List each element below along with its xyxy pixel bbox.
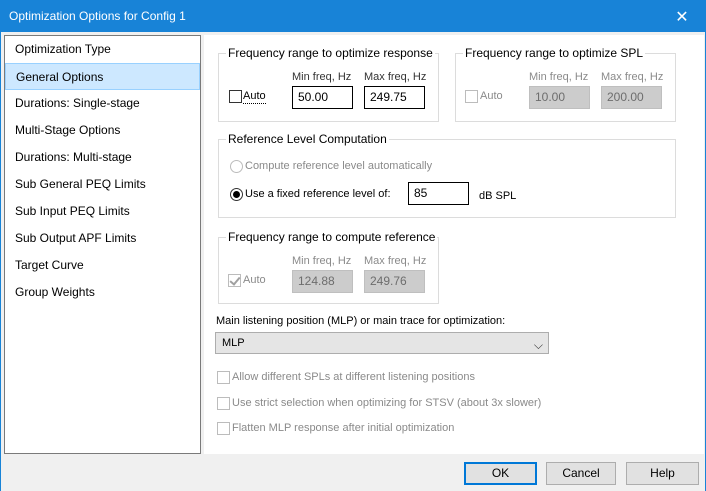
freq-ref-group: Frequency range to compute reference Min… bbox=[218, 230, 439, 304]
flatten-mlp-label: Flatten MLP response after initial optim… bbox=[232, 422, 455, 434]
sidebar-item-sub-general-peq-limits[interactable]: Sub General PEQ Limits bbox=[5, 171, 200, 198]
title-bar[interactable]: Optimization Options for Config 1 ✕ bbox=[1, 1, 705, 32]
freq-response-min-input[interactable]: 50.00 bbox=[292, 86, 353, 109]
freq-spl-group: Frequency range to optimize SPL Min freq… bbox=[455, 46, 676, 122]
allow-different-spl-checkbox[interactable] bbox=[217, 371, 230, 384]
ref-level-auto-label: Compute reference level automatically bbox=[245, 160, 433, 172]
close-icon[interactable]: ✕ bbox=[659, 1, 705, 32]
freq-ref-auto-checkbox[interactable] bbox=[228, 274, 241, 287]
ok-button[interactable]: OK bbox=[464, 462, 537, 485]
freq-response-group: Frequency range to optimize response Min… bbox=[218, 46, 439, 122]
sidebar-item-sub-input-peq-limits[interactable]: Sub Input PEQ Limits bbox=[5, 198, 200, 225]
freq-ref-auto-label: Auto bbox=[243, 274, 266, 286]
button-bar: OK Cancel Help bbox=[1, 454, 705, 491]
freq-spl-min-label: Min freq, Hz bbox=[529, 71, 589, 83]
mlp-select[interactable]: MLP ⌵ bbox=[215, 332, 549, 354]
freq-ref-min-input[interactable]: 124.88 bbox=[292, 270, 353, 293]
mlp-selected-value: MLP bbox=[222, 337, 245, 349]
sidebar: Optimization Type General Options Durati… bbox=[4, 35, 201, 454]
freq-ref-title: Frequency range to compute reference bbox=[226, 230, 438, 244]
flatten-mlp-checkbox[interactable] bbox=[217, 422, 230, 435]
freq-spl-max-input[interactable]: 200.00 bbox=[601, 86, 662, 109]
ref-level-title: Reference Level Computation bbox=[226, 132, 389, 146]
sidebar-item-target-curve[interactable]: Target Curve bbox=[5, 252, 200, 279]
freq-response-max-input[interactable]: 249.75 bbox=[364, 86, 425, 109]
freq-spl-max-label: Max freq, Hz bbox=[601, 71, 664, 83]
dialog-window: Optimization Options for Config 1 ✕ Opti… bbox=[0, 0, 706, 491]
mlp-label: Main listening position (MLP) or main tr… bbox=[216, 315, 506, 327]
sidebar-item-durations-single-stage[interactable]: Durations: Single-stage bbox=[5, 90, 200, 117]
ref-level-unit-label: dB SPL bbox=[479, 190, 517, 202]
ref-level-fixed-label[interactable]: Use a fixed reference level of: bbox=[245, 188, 391, 200]
freq-spl-title: Frequency range to optimize SPL bbox=[463, 46, 646, 60]
freq-ref-max-label: Max freq, Hz bbox=[364, 255, 427, 267]
freq-ref-min-label: Min freq, Hz bbox=[292, 255, 352, 267]
freq-spl-auto-checkbox[interactable] bbox=[465, 90, 478, 103]
cancel-button[interactable]: Cancel bbox=[546, 462, 616, 485]
sidebar-item-multi-stage-options[interactable]: Multi-Stage Options bbox=[5, 117, 200, 144]
freq-response-title: Frequency range to optimize response bbox=[226, 46, 435, 60]
chevron-down-icon[interactable]: ⌵ bbox=[534, 335, 543, 355]
allow-different-spl-label: Allow different SPLs at different listen… bbox=[232, 371, 475, 383]
sidebar-item-durations-multi-stage[interactable]: Durations: Multi-stage bbox=[5, 144, 200, 171]
ref-level-auto-radio[interactable] bbox=[230, 160, 243, 173]
freq-ref-max-input[interactable]: 249.76 bbox=[364, 270, 425, 293]
sidebar-item-group-weights[interactable]: Group Weights bbox=[5, 279, 200, 306]
freq-response-auto-checkbox[interactable] bbox=[229, 90, 242, 103]
strict-selection-checkbox[interactable] bbox=[217, 397, 230, 410]
ref-level-fixed-input[interactable]: 85 bbox=[408, 182, 469, 205]
window-title: Optimization Options for Config 1 bbox=[9, 9, 186, 23]
freq-spl-auto-label: Auto bbox=[480, 90, 503, 102]
options-panel: Frequency range to optimize response Min… bbox=[204, 35, 704, 454]
sidebar-item-sub-output-apf-limits[interactable]: Sub Output APF Limits bbox=[5, 225, 200, 252]
strict-selection-label: Use strict selection when optimizing for… bbox=[232, 397, 542, 409]
sidebar-item-optimization-type[interactable]: Optimization Type bbox=[5, 36, 200, 63]
ref-level-group: Reference Level Computation Compute refe… bbox=[218, 132, 676, 218]
freq-spl-min-input[interactable]: 10.00 bbox=[529, 86, 590, 109]
sidebar-item-general-options[interactable]: General Options bbox=[5, 63, 200, 90]
freq-response-min-label: Min freq, Hz bbox=[292, 71, 352, 83]
ref-level-fixed-radio[interactable] bbox=[230, 188, 243, 201]
freq-response-auto-label[interactable]: Auto bbox=[243, 90, 266, 104]
help-button[interactable]: Help bbox=[626, 462, 699, 485]
freq-response-max-label: Max freq, Hz bbox=[364, 71, 427, 83]
